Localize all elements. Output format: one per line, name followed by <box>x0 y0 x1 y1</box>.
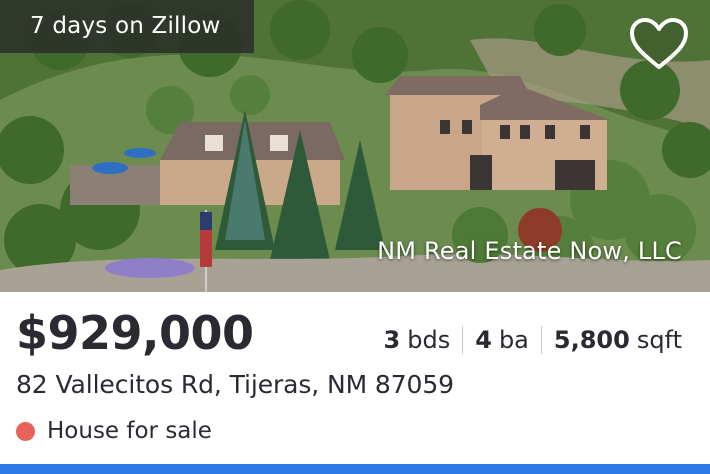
beds-value: 3 <box>383 326 401 354</box>
fact-divider <box>462 326 464 354</box>
status-dot-icon <box>16 421 35 441</box>
baths-fact: 4 ba <box>475 326 529 354</box>
beds-fact: 3 bds <box>384 326 451 354</box>
listing-photo[interactable]: 7 days on Zillow NM Real Estate Now, LLC <box>0 0 710 292</box>
beds-unit: bds <box>407 326 451 354</box>
sqft-fact: 5,800 sqft <box>554 326 682 354</box>
baths-unit: ba <box>498 326 529 354</box>
save-favorite-button[interactable] <box>628 16 692 74</box>
photo-watermark: NM Real Estate Now, LLC <box>377 237 682 265</box>
home-facts: 3 bds 4 ba 5,800 sqft <box>384 326 682 354</box>
card-accent-bar <box>0 464 710 474</box>
listing-address[interactable]: 82 Vallecitos Rd, Tijeras, NM 87059 <box>16 370 454 399</box>
listing-status: House for sale <box>16 418 212 444</box>
sqft-unit: sqft <box>636 326 682 354</box>
fact-divider <box>540 326 542 354</box>
sqft-value: 5,800 <box>553 326 630 354</box>
listing-card[interactable]: 7 days on Zillow NM Real Estate Now, LLC… <box>0 0 710 474</box>
heart-icon <box>630 18 688 69</box>
baths-value: 4 <box>475 326 492 354</box>
listing-price: $929,000 <box>16 306 254 360</box>
days-on-site-badge: 7 days on Zillow <box>0 0 254 53</box>
status-label: House for sale <box>47 418 212 444</box>
